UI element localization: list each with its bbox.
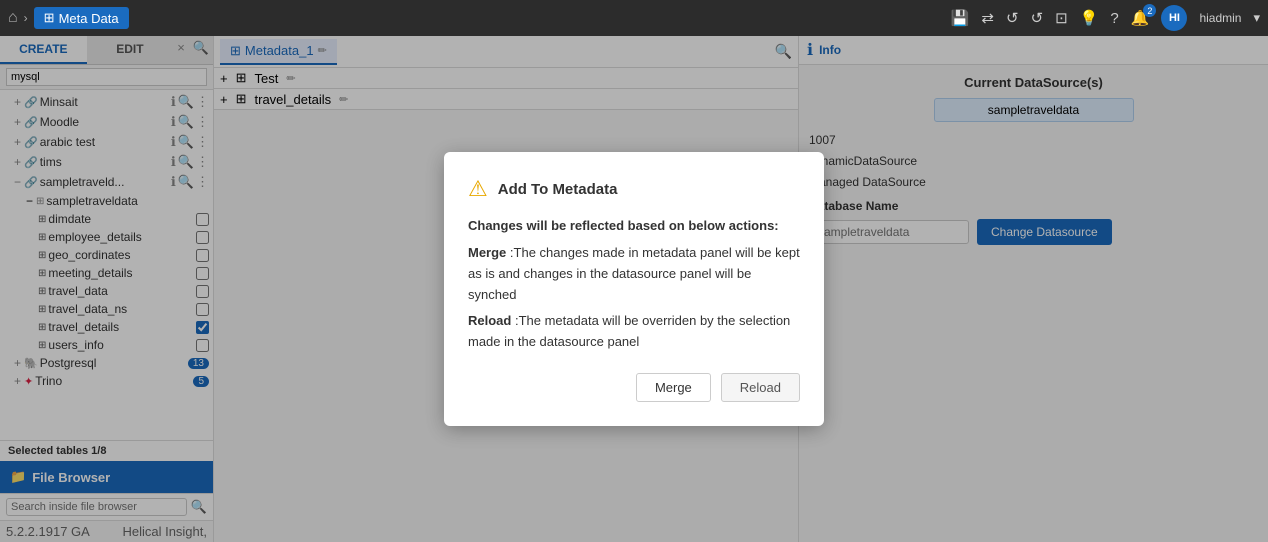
modal-body: Changes will be reflected based on below…: [468, 216, 800, 353]
bulb-icon[interactable]: 💡: [1080, 9, 1099, 27]
grid-icon: ⊞: [44, 10, 55, 26]
help-icon[interactable]: ?: [1110, 10, 1118, 27]
modal-title: Add To Metadata: [498, 181, 618, 198]
modal-merge-label: Merge: [468, 245, 506, 260]
notification-bell[interactable]: 🔔 2: [1131, 9, 1150, 27]
nav-chevron: ›: [24, 11, 28, 25]
meta-data-title-btn[interactable]: ⊞ Meta Data: [34, 7, 129, 29]
modal-overlay: ⚠ Add To Metadata Changes will be reflec…: [0, 36, 1268, 542]
warning-icon: ⚠: [468, 176, 488, 202]
modal-footer: Merge Reload: [468, 373, 800, 402]
title-label: Meta Data: [59, 11, 119, 26]
nav-right: 💾 ⇄ ↺ ↺ ⊡ 💡 ? 🔔 2 HI hiadmin ▾: [951, 5, 1260, 31]
user-chevron-icon[interactable]: ▾: [1253, 10, 1260, 26]
avatar[interactable]: HI: [1161, 5, 1187, 31]
grid2-icon[interactable]: ⊡: [1055, 9, 1068, 27]
modal: ⚠ Add To Metadata Changes will be reflec…: [444, 152, 824, 426]
modal-header: ⚠ Add To Metadata: [468, 176, 800, 202]
modal-merge-desc: :The changes made in metadata panel will…: [468, 245, 800, 302]
modal-reload-label: Reload: [468, 313, 511, 328]
merge-button[interactable]: Merge: [636, 373, 711, 402]
refresh2-icon[interactable]: ↺: [1031, 9, 1044, 27]
home-icon[interactable]: ⌂: [8, 9, 18, 27]
top-nav: ⌂ › ⊞ Meta Data 💾 ⇄ ↺ ↺ ⊡ 💡 ? 🔔 2 HI hia…: [0, 0, 1268, 36]
share-icon[interactable]: ⇄: [981, 9, 994, 27]
refresh-icon[interactable]: ↺: [1006, 9, 1019, 27]
save-icon[interactable]: 💾: [951, 9, 970, 27]
notification-count: 2: [1143, 4, 1156, 17]
modal-reload-desc: :The metadata will be overriden by the s…: [468, 313, 790, 349]
username[interactable]: hiadmin: [1199, 11, 1241, 25]
modal-body-bold1: Changes will be reflected based on below…: [468, 218, 779, 233]
reload-button[interactable]: Reload: [721, 373, 800, 402]
